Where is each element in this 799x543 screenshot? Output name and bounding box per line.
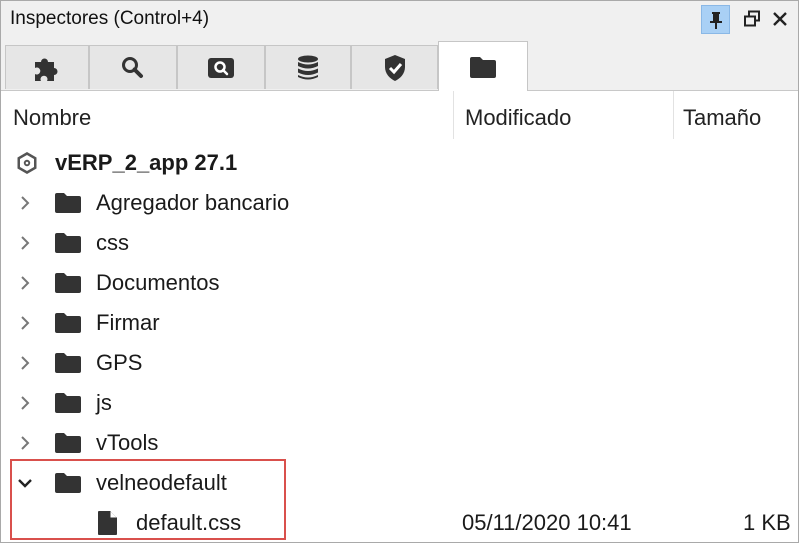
tree-file-row[interactable]: default.css 05/11/2020 10:41 1 KB — [1, 503, 798, 543]
tree-folder-row[interactable]: Agregador bancario — [1, 183, 798, 223]
folder-label: Agregador bancario — [96, 190, 290, 215]
pin-icon[interactable] — [701, 5, 730, 34]
tree-folder-row[interactable]: Firmar — [1, 303, 798, 343]
folder-icon — [55, 233, 81, 253]
inspector-panel: Inspectores (Control+4) Nombre Modificad… — [0, 0, 799, 543]
tab-files[interactable] — [438, 41, 528, 91]
column-modified[interactable]: Modificado — [453, 91, 673, 139]
folder-icon — [55, 193, 81, 213]
tree-folder-row[interactable]: Documentos — [1, 263, 798, 303]
folder-icon — [55, 473, 81, 493]
panel-title: Inspectores (Control+4) — [10, 8, 210, 29]
tree-folder-row[interactable]: css — [1, 223, 798, 263]
folder-icon — [470, 56, 496, 78]
file-modified: 05/11/2020 10:41 — [462, 510, 632, 535]
folder-icon — [55, 393, 81, 413]
puzzle-icon — [35, 58, 58, 81]
inspector-tabs — [1, 38, 798, 91]
file-icon — [98, 511, 117, 535]
folder-label: Documentos — [96, 270, 220, 295]
project-name: vERP_2_app 27.1 — [55, 150, 238, 175]
project-icon — [17, 152, 37, 174]
folder-label: vTools — [96, 430, 159, 455]
folder-icon — [55, 353, 81, 373]
title-bar: Inspectores (Control+4) — [1, 1, 798, 38]
close-icon[interactable] — [766, 5, 794, 33]
chevron-right-icon[interactable] — [17, 275, 33, 291]
file-label: default.css — [136, 510, 242, 535]
chevron-right-icon[interactable] — [17, 195, 33, 211]
tab-database[interactable] — [265, 45, 351, 89]
column-name[interactable]: Nombre — [1, 91, 453, 139]
chevron-right-icon[interactable] — [17, 315, 33, 331]
folder-label: Firmar — [96, 310, 160, 335]
folder-icon — [55, 313, 81, 333]
tree-folder-row-expanded[interactable]: velneodefault — [1, 463, 798, 503]
tree-folder-row[interactable]: vTools — [1, 423, 798, 463]
column-size[interactable]: Tamaño — [673, 91, 798, 139]
file-size: 1 KB — [743, 510, 791, 535]
column-header: Nombre Modificado Tamaño — [1, 91, 798, 139]
tree-folder-row[interactable]: js — [1, 383, 798, 423]
tree-root-row[interactable]: vERP_2_app 27.1 — [1, 143, 798, 183]
search-icon — [122, 56, 143, 78]
chevron-right-icon[interactable] — [17, 435, 33, 451]
tab-search[interactable] — [89, 45, 177, 89]
tab-inspect[interactable] — [177, 45, 265, 89]
folder-label: GPS — [96, 350, 143, 375]
chevron-down-icon[interactable] — [17, 475, 33, 491]
database-icon — [298, 55, 318, 79]
tree-folder-row[interactable]: GPS — [1, 343, 798, 383]
folder-label: js — [96, 390, 112, 415]
chevron-right-icon[interactable] — [17, 355, 33, 371]
tab-security[interactable] — [351, 45, 438, 89]
chevron-right-icon[interactable] — [17, 395, 33, 411]
chevron-right-icon[interactable] — [17, 235, 33, 251]
folder-icon — [55, 433, 81, 453]
shield-icon — [384, 54, 405, 81]
inspect-icon — [208, 57, 234, 78]
tab-components[interactable] — [5, 45, 89, 89]
float-icon[interactable] — [738, 5, 766, 33]
folder-label: css — [96, 230, 129, 255]
folder-icon — [55, 273, 81, 293]
folder-label: velneodefault — [96, 470, 227, 495]
